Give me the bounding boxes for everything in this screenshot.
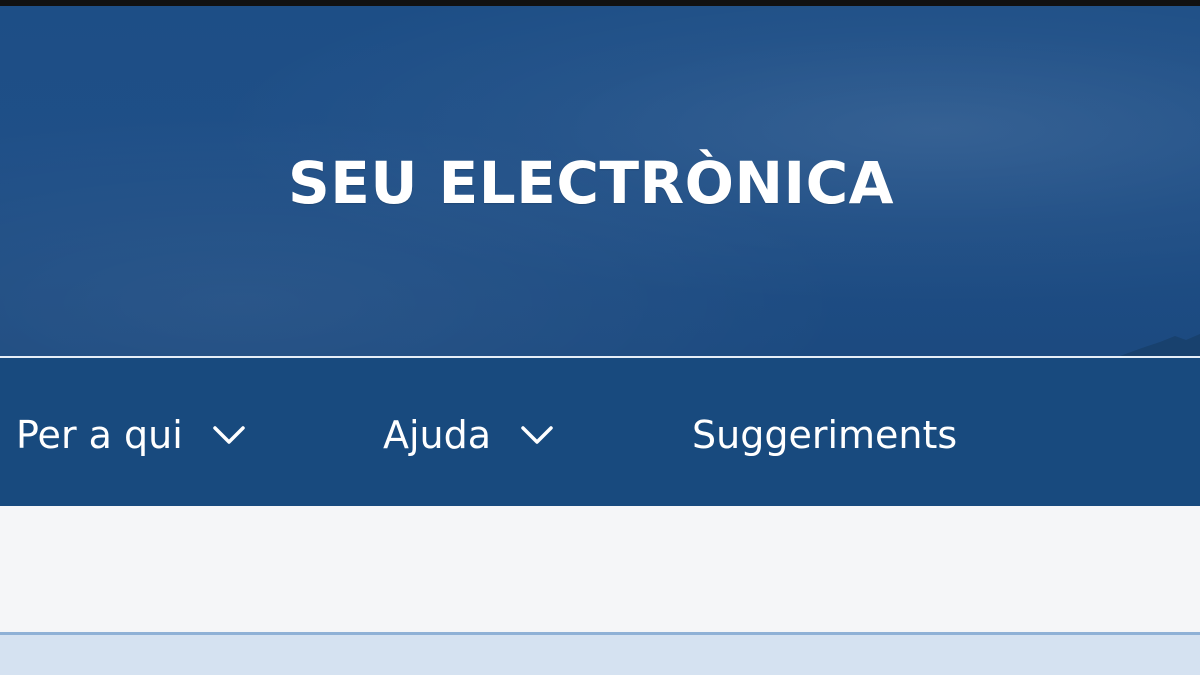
nav-item-label: Ajuda — [383, 413, 492, 457]
hero-banner: SEU ELECTRÒNICA — [0, 6, 1200, 356]
nav-item-per-a-qui[interactable]: Per a qui — [16, 416, 247, 454]
nav-item-label: Suggeriments — [692, 413, 958, 457]
nav-item-suggeriments[interactable]: Suggeriments — [692, 416, 957, 454]
chevron-down-icon — [213, 426, 245, 444]
nav-item-ajuda[interactable]: Ajuda — [383, 416, 555, 454]
mountain-silhouette — [1120, 334, 1200, 356]
bottom-band — [0, 635, 1200, 675]
chevron-down-icon — [521, 426, 553, 444]
page: SEU ELECTRÒNICA Per a qui Ajuda Suggerim… — [0, 0, 1200, 675]
content-area — [0, 506, 1200, 632]
nav-item-label: Per a qui — [16, 413, 183, 457]
main-navigation: Per a qui Ajuda Suggeriments — [0, 358, 1200, 506]
page-title: SEU ELECTRÒNICA — [288, 149, 895, 217]
